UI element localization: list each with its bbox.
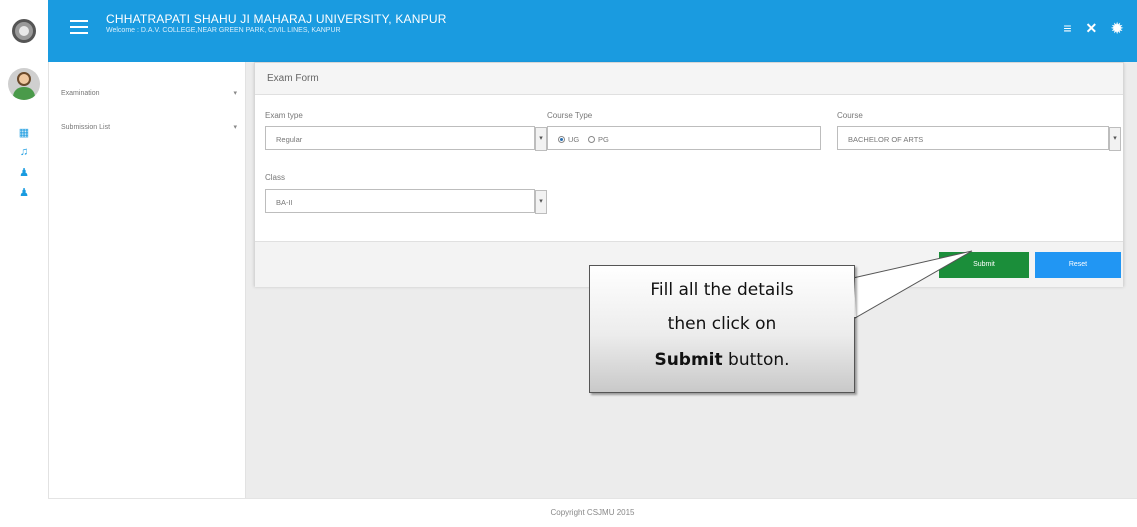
user-icon[interactable]: ♟	[17, 186, 31, 200]
university-title: CHHATRAPATI SHAHU JI MAHARAJ UNIVERSITY,…	[106, 12, 447, 26]
exam-type-label: Exam type	[265, 111, 303, 120]
gear-icon[interactable]: ✹	[1111, 20, 1123, 37]
course-select[interactable]: BACHELOR OF ARTS ▾	[837, 126, 1121, 151]
chevron-down-icon: ▾	[233, 90, 237, 97]
list-icon[interactable]: ≡	[1063, 20, 1071, 37]
chevron-down-icon: ▾	[233, 124, 237, 131]
reset-button[interactable]: Reset	[1035, 252, 1121, 278]
callout-line-2: then click on	[667, 314, 777, 334]
chevron-down-icon[interactable]: ▾	[535, 127, 547, 151]
page-title: Exam Form	[267, 73, 319, 84]
app-root: CHHATRAPATI SHAHU JI MAHARAJ UNIVERSITY,…	[0, 0, 1137, 527]
course-type-field: UG PG	[547, 126, 821, 150]
sidebar-item-submission-list[interactable]: Submission List ▾	[57, 118, 241, 138]
radio-ug[interactable]: UG	[558, 135, 579, 144]
bell-icon[interactable]: ♫	[17, 146, 31, 160]
avatar[interactable]	[8, 68, 40, 100]
card-header: Exam Form	[255, 63, 1123, 95]
sidebar: Examination ▾ Submission List ▾	[48, 62, 246, 498]
course-type-label: Course Type	[547, 111, 593, 120]
callout-line-1: Fill all the details	[650, 280, 794, 300]
exam-type-select[interactable]: Regular ▾	[265, 126, 547, 151]
welcome-subtitle: Welcome : D.A.V. COLLEGE,NEAR GREEN PARK…	[106, 27, 341, 34]
callout-line-3: Submit button.	[590, 350, 854, 370]
class-label: Class	[265, 173, 286, 182]
exam-form-card: Exam Form Exam type Regular ▾ Course Typ…	[254, 62, 1124, 287]
copyright-text: Copyright CSJMU 2015	[550, 508, 635, 517]
header-actions: ≡ ✕ ✹	[1063, 20, 1123, 37]
page-footer: Copyright CSJMU 2015	[48, 498, 1137, 527]
dashboard-icon[interactable]: ▦	[17, 126, 31, 140]
course-value: BACHELOR OF ARTS	[848, 135, 924, 144]
exam-type-value: Regular	[276, 135, 303, 144]
class-value: BA-II	[276, 198, 293, 207]
icon-rail: ▦ ♫ ♟ ♟	[0, 62, 48, 527]
chevron-down-icon[interactable]: ▾	[1109, 127, 1121, 151]
menu-icon[interactable]	[70, 20, 88, 36]
close-icon[interactable]: ✕	[1086, 20, 1098, 37]
sidebar-item-label: Submission List	[61, 124, 111, 131]
sidebar-item-label: Examination	[61, 90, 100, 97]
chevron-down-icon[interactable]: ▾	[535, 190, 547, 214]
user-icon[interactable]: ♟	[17, 166, 31, 180]
callout-bold-text: Submit	[654, 350, 723, 370]
sidebar-item-examination[interactable]: Examination ▾	[57, 84, 241, 104]
course-label: Course	[837, 111, 863, 120]
logo-cell	[0, 0, 48, 62]
radio-pg[interactable]: PG	[588, 135, 609, 144]
class-select[interactable]: BA-II ▾	[265, 189, 547, 214]
callout-line-3-rest: button.	[722, 350, 790, 370]
submit-button[interactable]: Submit	[939, 252, 1029, 278]
instruction-callout: Fill all the details then click on Submi…	[589, 265, 855, 393]
university-logo	[12, 19, 36, 43]
top-header-bar: CHHATRAPATI SHAHU JI MAHARAJ UNIVERSITY,…	[48, 0, 1137, 62]
